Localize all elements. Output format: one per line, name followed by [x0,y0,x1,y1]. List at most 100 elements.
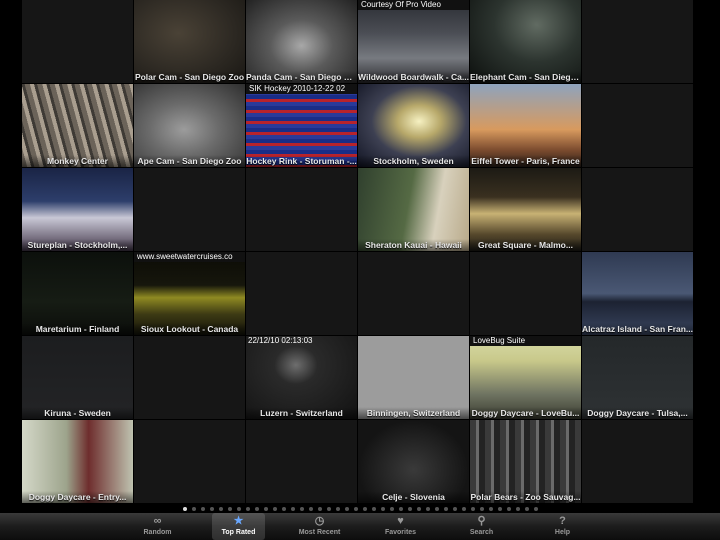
webcam-caption: Wildwood Boardwalk - Ca... [358,71,469,83]
webcam-tile[interactable]: Polar Bears - Zoo Sauvag... [470,420,582,504]
webcam-tile[interactable]: Celje - Slovenia [358,420,470,504]
webcam-tile[interactable]: Doggy Daycare - Tulsa,... [582,336,694,420]
webcam-tile[interactable]: Binningen, Switzerland [358,336,470,420]
page-dot[interactable] [263,507,268,511]
page-dot[interactable] [488,507,493,511]
webcam-caption: Stureplan - Stockholm,... [22,239,133,251]
page-dot[interactable] [452,507,457,511]
webcam-tile[interactable]: Maretarium - Finland [22,252,134,336]
page-dot[interactable] [218,507,223,511]
webcam-caption: Doggy Daycare - Entry... [22,491,133,503]
page-dot[interactable] [425,507,430,511]
tab-label: Help [554,529,571,536]
webcam-tile-empty[interactable] [246,168,358,252]
page-dot[interactable] [317,507,322,511]
page-dot[interactable] [182,507,187,511]
page-dot[interactable] [524,507,529,511]
tab-help[interactable]: ? Help [536,513,589,540]
page-dot[interactable] [272,507,277,511]
webcam-caption: Sheraton Kauai - Hawaii [358,239,469,251]
page-dot[interactable] [353,507,358,511]
webcam-caption: Polar Bears - Zoo Sauvag... [470,491,581,503]
webcam-tile[interactable]: Monkey Center [22,84,134,168]
webcam-caption: Maretarium - Finland [22,323,133,335]
page-dot[interactable] [434,507,439,511]
tab-favorites[interactable]: ♥ Favorites [374,513,427,540]
webcam-caption: Eiffel Tower - Paris, France [470,155,581,167]
webcam-tile-empty[interactable] [358,252,470,336]
tab-search[interactable]: ⚲ Search [455,513,508,540]
page-dot[interactable] [380,507,385,511]
page-dot[interactable] [200,507,205,511]
webcam-tile-empty[interactable] [246,420,358,504]
webcam-tile[interactable]: Sheraton Kauai - Hawaii [358,168,470,252]
page-dot[interactable] [461,507,466,511]
page-dot[interactable] [506,507,511,511]
webcam-tile-empty[interactable] [470,252,582,336]
page-dot[interactable] [362,507,367,511]
webcam-tile[interactable]: SIK Hockey 2010-12-22 02 Hockey Rink - St… [246,84,358,168]
page-dot[interactable] [281,507,286,511]
page-dot[interactable] [308,507,313,511]
webcam-tile[interactable]: Polar Cam - San Diego Zoo [134,0,246,84]
webcam-tile-empty[interactable] [22,0,134,84]
webcam-tile-empty[interactable] [582,168,694,252]
webcam-tile[interactable]: Great Square - Malmo... [470,168,582,252]
page-dot[interactable] [209,507,214,511]
page-dot[interactable] [479,507,484,511]
page-dot[interactable] [326,507,331,511]
page-dot[interactable] [254,507,259,511]
webcam-tile-empty[interactable] [582,420,694,504]
webcam-tile[interactable]: Doggy Daycare - Entry... [22,420,134,504]
webcam-tile[interactable]: Stureplan - Stockholm,... [22,168,134,252]
webcam-tile[interactable]: 22/12/10 02:13:03 Luzern - Switzerland [246,336,358,420]
page-dot[interactable] [227,507,232,511]
page-dot[interactable] [443,507,448,511]
webcam-tile[interactable]: Kiruna - Sweden [22,336,134,420]
page-dot[interactable] [470,507,475,511]
page-dot[interactable] [533,507,538,511]
page-dot[interactable] [389,507,394,511]
page-dot[interactable] [497,507,502,511]
webcam-tile-empty[interactable] [582,0,694,84]
webcam-caption: Binningen, Switzerland [358,407,469,419]
page-dot[interactable] [299,507,304,511]
tab-label: Random [143,529,172,536]
tab-top-rated[interactable]: ★ Top Rated [212,513,265,540]
page-dot[interactable] [335,507,340,511]
infinity-icon: ∞ [153,515,162,527]
page-dot[interactable] [407,507,412,511]
webcam-tile[interactable]: Elephant Cam - San Diego... [470,0,582,84]
webcam-tile[interactable]: Panda Cam - San Diego Zoo [246,0,358,84]
webcam-tile-empty[interactable] [134,336,246,420]
webcam-caption: Luzern - Switzerland [246,407,357,419]
webcam-tile[interactable]: www.sweetwatercruises.co Sioux Lookout - … [134,252,246,336]
webcam-tile[interactable]: Courtesy Of Pro Video Wildwood Boardwalk … [358,0,470,84]
page-dot[interactable] [236,507,241,511]
page-indicator[interactable] [0,505,720,513]
page-dot[interactable] [344,507,349,511]
webcam-tile-empty[interactable] [134,420,246,504]
webcam-tile[interactable]: Stockholm, Sweden [358,84,470,168]
webcam-caption: Panda Cam - San Diego Zoo [246,71,357,83]
page-dot[interactable] [398,507,403,511]
webcam-caption: Elephant Cam - San Diego... [470,71,581,83]
webcam-tile[interactable]: Eiffel Tower - Paris, France [470,84,582,168]
page-dot[interactable] [290,507,295,511]
webcam-tile-empty[interactable] [134,168,246,252]
webcam-tile-empty[interactable] [582,84,694,168]
webcam-overlay-text: LoveBug Suite [470,336,581,346]
webcam-tile[interactable]: Alcatraz Island - San Fran... [582,252,694,336]
page-dot[interactable] [371,507,376,511]
webcam-tile-empty[interactable] [246,252,358,336]
tab-most-recent[interactable]: ◷ Most Recent [293,513,346,540]
page-dot[interactable] [245,507,250,511]
webcam-tile[interactable]: LoveBug Suite Doggy Daycare - LoveBu... [470,336,582,420]
page-dot[interactable] [416,507,421,511]
page-dot[interactable] [515,507,520,511]
page-dot[interactable] [191,507,196,511]
webcam-caption: Doggy Daycare - Tulsa,... [582,407,693,419]
tab-random[interactable]: ∞ Random [131,513,184,540]
webcam-overlay-text: SIK Hockey 2010-12-22 02 [246,84,357,94]
webcam-tile[interactable]: Ape Cam - San Diego Zoo [134,84,246,168]
